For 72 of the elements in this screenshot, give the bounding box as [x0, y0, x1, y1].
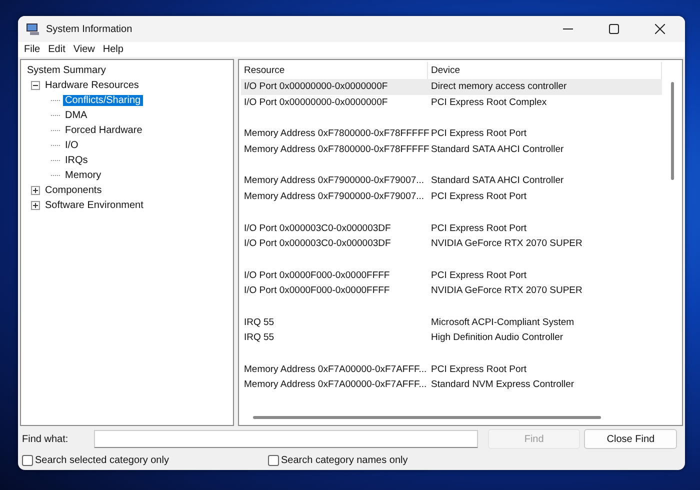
checkbox[interactable] [22, 454, 33, 466]
find-label: Find what: [22, 434, 70, 445]
collapse-icon[interactable] [31, 81, 40, 90]
find-input[interactable] [94, 430, 478, 448]
tree-item[interactable]: Components [43, 185, 104, 196]
table-cell-text: I/O Port 0x0000F000-0x0000FFFF [243, 284, 391, 298]
table-cell-text: PCI Express Root Port [430, 268, 528, 282]
table-cell-text: I/O Port 0x000003C0-0x000003DF [243, 237, 392, 250]
table-row[interactable]: Memory Address 0xF7800000-0xF78FFFFF PCI Express Root Port [241, 126, 662, 142]
table-row[interactable]: I/O Port 0x00000000-0x0000000F Direct memory access controller [241, 79, 662, 95]
table-cell-text: Standard NVM Express Controller [430, 378, 576, 392]
table-cell-text: Memory Address 0xF7900000-0xF79007... [243, 190, 426, 204]
expand-icon[interactable] [31, 186, 40, 195]
table-row[interactable]: Memory Address 0xF7A00000-0xF7AFFF... PCI Express Root Port [241, 361, 662, 378]
table-row[interactable]: I/O Port 0x0000F000-0x0000FFFF PCI Express Root Port [241, 267, 662, 283]
table-cell-text: I/O Port 0x00000000-0x0000000F [243, 80, 389, 94]
menu-item[interactable]: Help [98, 44, 128, 55]
table-cell-text: Memory Address 0xF7900000-0xF79007... [243, 174, 426, 188]
table-cell-text: Standard SATA AHCI Controller [430, 174, 565, 188]
table-row[interactable]: I/O Port 0x0000F000-0x0000FFFF NVIDIA GeForce RTX 2070 SUPER [241, 282, 662, 299]
table-cell-text: IRQ 55 [243, 316, 276, 329]
horizontal-scrollbar[interactable] [253, 416, 601, 419]
menu-item[interactable]: File [20, 44, 44, 55]
table-cell-text: I/O Port 0x000003C0-0x000003DF [243, 222, 392, 235]
table-cell-text: NVIDIA GeForce RTX 2070 SUPER [430, 237, 584, 250]
table-cell-text: High Definition Audio Controller [430, 331, 564, 344]
checkbox-label: Search category names only [281, 454, 408, 466]
tree-item[interactable]: Software Environment [43, 200, 146, 211]
table-cell-text: PCI Express Root Port [430, 362, 528, 376]
table-row[interactable]: Memory Address 0xF7900000-0xF79007... Standard SATA AHCI Controller [241, 173, 662, 189]
window-title: System Information [46, 24, 132, 34]
expand-icon[interactable] [31, 201, 40, 210]
table-cell-text: Direct memory access controller [430, 80, 568, 94]
menu-item[interactable]: Edit [44, 44, 70, 55]
tree-item[interactable]: System Summary [25, 65, 108, 76]
table-cell-text: NVIDIA GeForce RTX 2070 SUPER [430, 284, 584, 298]
table-cell-text: PCI Express Root Complex [430, 96, 548, 110]
table-row[interactable]: Memory Address 0xF7900000-0xF79007... PCI Express Root Port [241, 188, 662, 204]
tree-item[interactable]: Hardware Resources [43, 80, 141, 91]
table-cell-text: PCI Express Root Port [430, 190, 528, 204]
table-cell-text: Microsoft ACPI-Compliant System [430, 316, 576, 329]
menu-item[interactable]: View [69, 44, 99, 55]
table-cell-text: PCI Express Root Port [430, 222, 528, 235]
tree-item[interactable]: Forced Hardware [63, 125, 144, 136]
tree-item[interactable]: Conflicts/Sharing [63, 95, 143, 106]
vertical-scrollbar[interactable] [671, 82, 674, 180]
table-cell-text: Memory Address 0xF7A00000-0xF7AFFF... [243, 378, 428, 392]
table-row[interactable]: IRQ 55 Microsoft ACPI-Compliant System [241, 314, 662, 330]
checkbox[interactable] [268, 454, 279, 466]
table-cell-text: I/O Port 0x00000000-0x0000000F [243, 96, 389, 110]
tree-item[interactable]: DMA [63, 110, 90, 121]
tree-item[interactable]: Memory [63, 170, 104, 181]
table-cell-text: Standard SATA AHCI Controller [430, 143, 565, 156]
table-cell-text: IRQ 55 [243, 331, 276, 344]
table-row[interactable]: Memory Address 0xF7800000-0xF78FFFFF Standard SATA AHCI Controller [241, 142, 662, 158]
tree-item[interactable]: IRQs [63, 155, 90, 166]
table-cell-text: PCI Express Root Port [430, 127, 528, 140]
table-row[interactable]: IRQ 55 High Definition Audio Controller [241, 330, 662, 346]
close-icon[interactable] [655, 24, 665, 34]
maximize-icon[interactable] [609, 24, 619, 34]
table-cell-text: Memory Address 0xF7800000-0xF78FFFFF [243, 143, 428, 156]
table-cell-text: Memory Address 0xF7A00000-0xF7AFFF... [243, 362, 428, 376]
close-find-button[interactable]: Close Find [584, 429, 677, 450]
table-row[interactable]: I/O Port 0x000003C0-0x000003DF NVIDIA GeForce RTX 2070 SUPER [241, 236, 662, 252]
table-row[interactable]: Memory Address 0xF7A00000-0xF7AFFF... Standard NVM Express Controller [241, 377, 662, 393]
table-row[interactable]: I/O Port 0x000003C0-0x000003DF PCI Express Root Port [241, 220, 662, 236]
checkbox-label: Search selected category only [35, 454, 169, 466]
table-cell-text: Memory Address 0xF7800000-0xF78FFFFF [243, 127, 428, 140]
tree-item[interactable]: I/O [63, 140, 80, 151]
table-cell-text: I/O Port 0x0000F000-0x0000FFFF [243, 268, 391, 282]
table-row[interactable]: I/O Port 0x00000000-0x0000000F PCI Express Root Complex [241, 94, 662, 110]
computer-icon [26, 22, 40, 36]
